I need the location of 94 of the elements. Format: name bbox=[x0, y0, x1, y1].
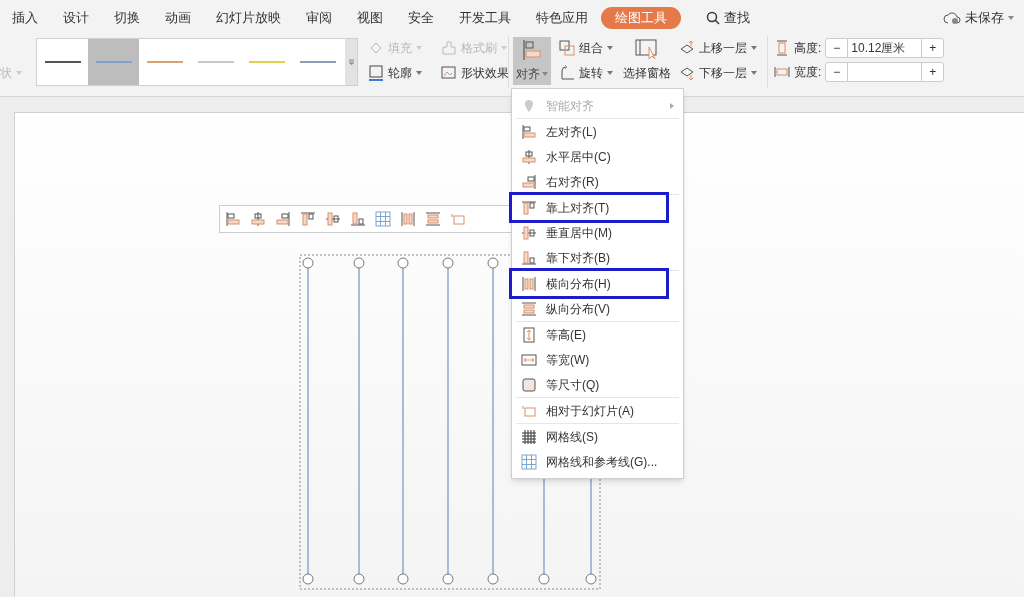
caret-icon bbox=[501, 46, 507, 50]
grid-icon bbox=[521, 428, 537, 445]
size-field[interactable]: − + bbox=[825, 61, 945, 82]
ribbon-tab[interactable]: 开发工具 bbox=[459, 8, 511, 28]
menu-item[interactable]: 靠上对齐(T) bbox=[512, 195, 666, 220]
size-field[interactable]: − 10.12厘米 + bbox=[825, 37, 945, 58]
rotate-button[interactable]: 旋转 bbox=[555, 62, 617, 84]
menu-item[interactable]: 左对齐(L) bbox=[516, 119, 679, 144]
shape-effect-icon bbox=[441, 65, 457, 81]
caret-icon bbox=[607, 71, 613, 75]
align-bottom-icon bbox=[350, 211, 366, 227]
align-top-icon bbox=[521, 199, 537, 216]
menu-item[interactable]: 网格线(S) bbox=[516, 424, 679, 449]
search-button[interactable]: 查找 bbox=[706, 8, 750, 28]
format-brush-icon bbox=[441, 40, 457, 56]
align-icon bbox=[521, 39, 543, 61]
group-icon bbox=[559, 40, 575, 56]
rotate-icon bbox=[559, 65, 575, 81]
caret-icon bbox=[751, 71, 757, 75]
menu-item[interactable]: 靠下对齐(B) bbox=[516, 245, 679, 270]
ribbon-tab[interactable]: 特色应用 bbox=[536, 8, 588, 28]
ribbon-tab[interactable]: 幻灯片放映 bbox=[216, 8, 281, 28]
caret-icon bbox=[542, 72, 548, 76]
align-right-icon bbox=[521, 173, 537, 190]
distribute-vertical-icon bbox=[425, 211, 441, 227]
layers-down-icon bbox=[679, 65, 695, 81]
relative-slide-icon bbox=[450, 211, 466, 227]
decrement-button[interactable]: − bbox=[826, 62, 849, 81]
layers-up-icon bbox=[679, 40, 695, 56]
height-icon bbox=[774, 39, 790, 56]
caret-icon bbox=[416, 71, 422, 75]
distribute-horizontal-icon bbox=[400, 211, 416, 227]
caret-icon bbox=[751, 46, 757, 50]
equal-width-icon bbox=[521, 351, 537, 368]
menu-item[interactable]: 横向分布(H) bbox=[512, 271, 666, 296]
menu-item[interactable]: 等尺寸(Q) bbox=[516, 372, 679, 397]
align-right-icon bbox=[275, 211, 291, 227]
ribbon-tab[interactable]: 审阅 bbox=[306, 8, 332, 28]
field-label: 宽度: bbox=[794, 63, 822, 81]
menu-item[interactable]: 水平居中(C) bbox=[516, 144, 679, 169]
menu-item[interactable]: 等宽(W) bbox=[516, 347, 679, 372]
decrement-button[interactable]: − bbox=[826, 38, 849, 57]
increment-button[interactable]: + bbox=[921, 38, 944, 57]
grid-guides-icon bbox=[521, 453, 537, 470]
equal-height-icon bbox=[521, 326, 537, 343]
align-left-icon bbox=[225, 211, 241, 227]
cloud-icon bbox=[943, 11, 961, 25]
menu-item[interactable]: 右对齐(R) bbox=[516, 169, 679, 194]
menu-item[interactable]: 等高(E) bbox=[516, 322, 679, 347]
line-shape[interactable] bbox=[442, 257, 454, 585]
caret-icon bbox=[607, 46, 613, 50]
bring-forward-button[interactable]: 上移一层 bbox=[675, 37, 761, 59]
outline-button[interactable]: 轮廓 bbox=[364, 62, 433, 84]
line-shape[interactable] bbox=[487, 257, 499, 585]
selection-pane-button[interactable]: 选择窗格 bbox=[623, 38, 671, 82]
search-icon bbox=[706, 11, 720, 25]
align-middle-icon bbox=[325, 211, 341, 227]
gallery-scroll-button[interactable] bbox=[345, 39, 357, 85]
field-label: 高度: bbox=[794, 39, 822, 57]
increment-button[interactable]: + bbox=[921, 62, 944, 81]
distribute-horizontal-icon bbox=[521, 275, 537, 292]
align-button[interactable]: 对齐 bbox=[513, 37, 551, 85]
line-shape[interactable] bbox=[397, 257, 409, 585]
outline-icon bbox=[368, 65, 384, 81]
menu-item[interactable]: 网格线和参考线(G)... bbox=[516, 449, 679, 474]
align-top-icon bbox=[300, 211, 316, 227]
menu-item[interactable]: 相对于幻灯片(A) bbox=[516, 398, 679, 423]
selection-pane-icon bbox=[635, 38, 659, 60]
more-icon bbox=[348, 59, 354, 65]
align-center-icon bbox=[521, 148, 537, 165]
align-center-icon bbox=[250, 211, 266, 227]
ribbon-tab[interactable]: 视图 bbox=[357, 8, 383, 28]
menu-item[interactable]: 垂直居中(M) bbox=[516, 220, 679, 245]
ribbon-tab[interactable]: 设计 bbox=[63, 8, 89, 28]
ribbon-tab[interactable]: 插入 bbox=[12, 8, 38, 28]
ribbon-tab[interactable]: 动画 bbox=[165, 8, 191, 28]
line-shape[interactable] bbox=[302, 257, 314, 585]
align-left-icon bbox=[521, 123, 537, 140]
align-middle-icon bbox=[521, 224, 537, 241]
fill-bucket-icon bbox=[368, 40, 384, 56]
equal-size-icon bbox=[521, 376, 537, 393]
send-backward-button[interactable]: 下移一层 bbox=[675, 62, 761, 84]
align-bottom-icon bbox=[521, 249, 537, 266]
group-button[interactable]: 组合 bbox=[555, 37, 617, 59]
caret-icon bbox=[416, 46, 422, 50]
caret-icon bbox=[1008, 16, 1014, 20]
ribbon-tab[interactable]: 切换 bbox=[114, 8, 140, 28]
ribbon-tab[interactable]: 安全 bbox=[408, 8, 434, 28]
save-status-button[interactable]: 未保存 bbox=[943, 8, 1014, 28]
grid-guides-icon bbox=[375, 211, 391, 227]
menu-item[interactable]: 纵向分布(V) bbox=[516, 296, 679, 321]
line-shape[interactable] bbox=[353, 257, 365, 585]
distribute-vertical-icon bbox=[521, 300, 537, 317]
caret-icon bbox=[16, 71, 22, 75]
